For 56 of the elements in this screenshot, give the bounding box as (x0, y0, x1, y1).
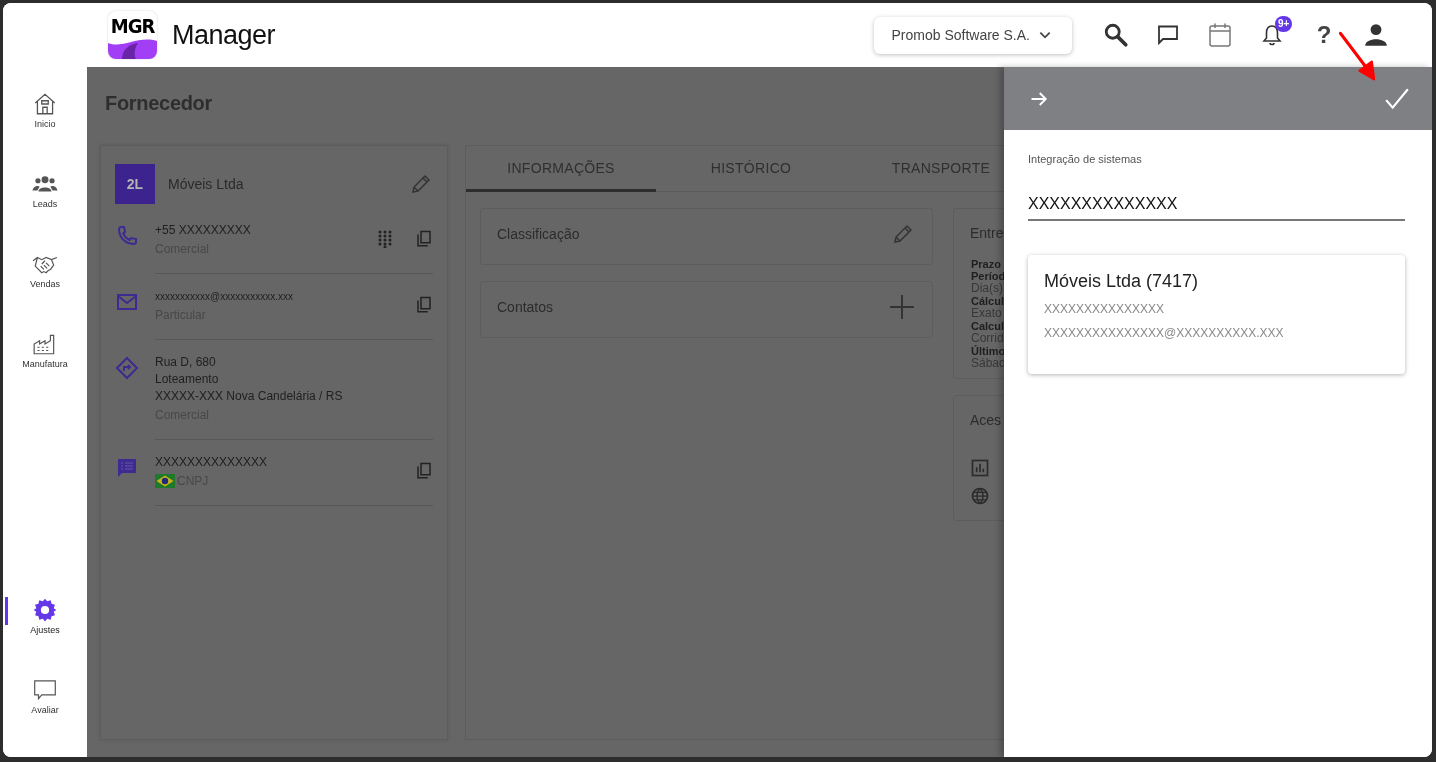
app-logo[interactable]: MGR (108, 11, 157, 59)
section-title: Contatos (497, 298, 554, 315)
sidebar-item[interactable]: Inicio (3, 91, 87, 171)
result-detail: XXXXXXXXXXXXXXX (1044, 301, 1166, 318)
supplier-name: Móveis Ltda (168, 176, 245, 192)
contact-line: XXXXXXXXXXXXXX (155, 454, 269, 471)
field-label: Prazo (971, 258, 1002, 270)
directions-icon (115, 356, 139, 380)
field-label: Períod (971, 270, 1004, 282)
document-icon (115, 456, 139, 480)
search-icon[interactable] (1103, 22, 1129, 48)
field-label: Integração de sistemas (1028, 153, 1143, 165)
copy-icon[interactable] (415, 462, 433, 480)
help-icon[interactable]: ? (1316, 23, 1332, 47)
supplier-avatar: 2L (115, 164, 155, 204)
sidebar-item[interactable]: Ajustes (3, 597, 87, 677)
input-field[interactable]: XXXXXXXXXXXXXX (1028, 195, 1405, 221)
globe-icon (970, 486, 990, 506)
phone-icon (115, 224, 139, 248)
contact-line: Rua D, 680 (155, 354, 217, 371)
notification-badge: 9+ (1275, 16, 1293, 32)
pencil-icon[interactable] (409, 172, 433, 196)
chart-icon (970, 458, 990, 478)
contact-line: xxxxxxxxxxx@xxxxxxxxxxx.xxx (155, 290, 294, 304)
contact-line: XXXXX-XXX Nova Candelária / RS (155, 388, 344, 405)
sidebar-item[interactable]: Leads (3, 171, 87, 251)
contact-line: +55 XXXXXXXXX (155, 222, 252, 239)
app-title: Manager (172, 19, 276, 51)
card-title: Entre (970, 225, 1004, 241)
arrow-right-icon (1030, 89, 1048, 108)
company-selector[interactable]: Promob Software S.A. (874, 16, 1072, 54)
field-label: Calcul (971, 320, 1004, 332)
gear-icon (32, 597, 58, 623)
result-title: Móveis Ltda (7417) (1044, 271, 1200, 292)
plus-icon[interactable] (889, 293, 915, 320)
sidebar-item[interactable]: Vendas (3, 251, 87, 331)
field-label: Último (971, 345, 1004, 357)
chat-icon[interactable] (1156, 23, 1180, 47)
copy-icon[interactable] (415, 230, 433, 248)
dialpad-icon[interactable] (377, 230, 393, 248)
page-title: Fornecedor (105, 92, 214, 115)
calendar-icon[interactable] (1208, 22, 1232, 48)
user-icon[interactable] (1363, 22, 1389, 48)
sidebar-item[interactable]: Manufatura (3, 331, 87, 411)
sidebar-item[interactable]: Avaliar (3, 677, 87, 757)
result-detail: XXXXXXXXXXXXXXX@XXXXXXXXXX.XXX (1044, 325, 1285, 342)
result-card[interactable]: Móveis Ltda (7417) XXXXXXXXXXXXXXX XXXXXXXXXXXXXXX@XXXXXXXXXX.XXX (1028, 255, 1405, 374)
speech-bubble-icon (32, 677, 58, 703)
close-drawer-button[interactable] (1030, 89, 1048, 108)
field-label: Cálcul (971, 295, 1004, 307)
section-title: Classificação (497, 225, 580, 242)
contact-line: Loteamento (155, 371, 220, 388)
card-title: Aces (970, 412, 1003, 428)
copy-icon[interactable] (415, 296, 433, 314)
flag-icon (155, 474, 175, 488)
house-icon (32, 91, 58, 117)
